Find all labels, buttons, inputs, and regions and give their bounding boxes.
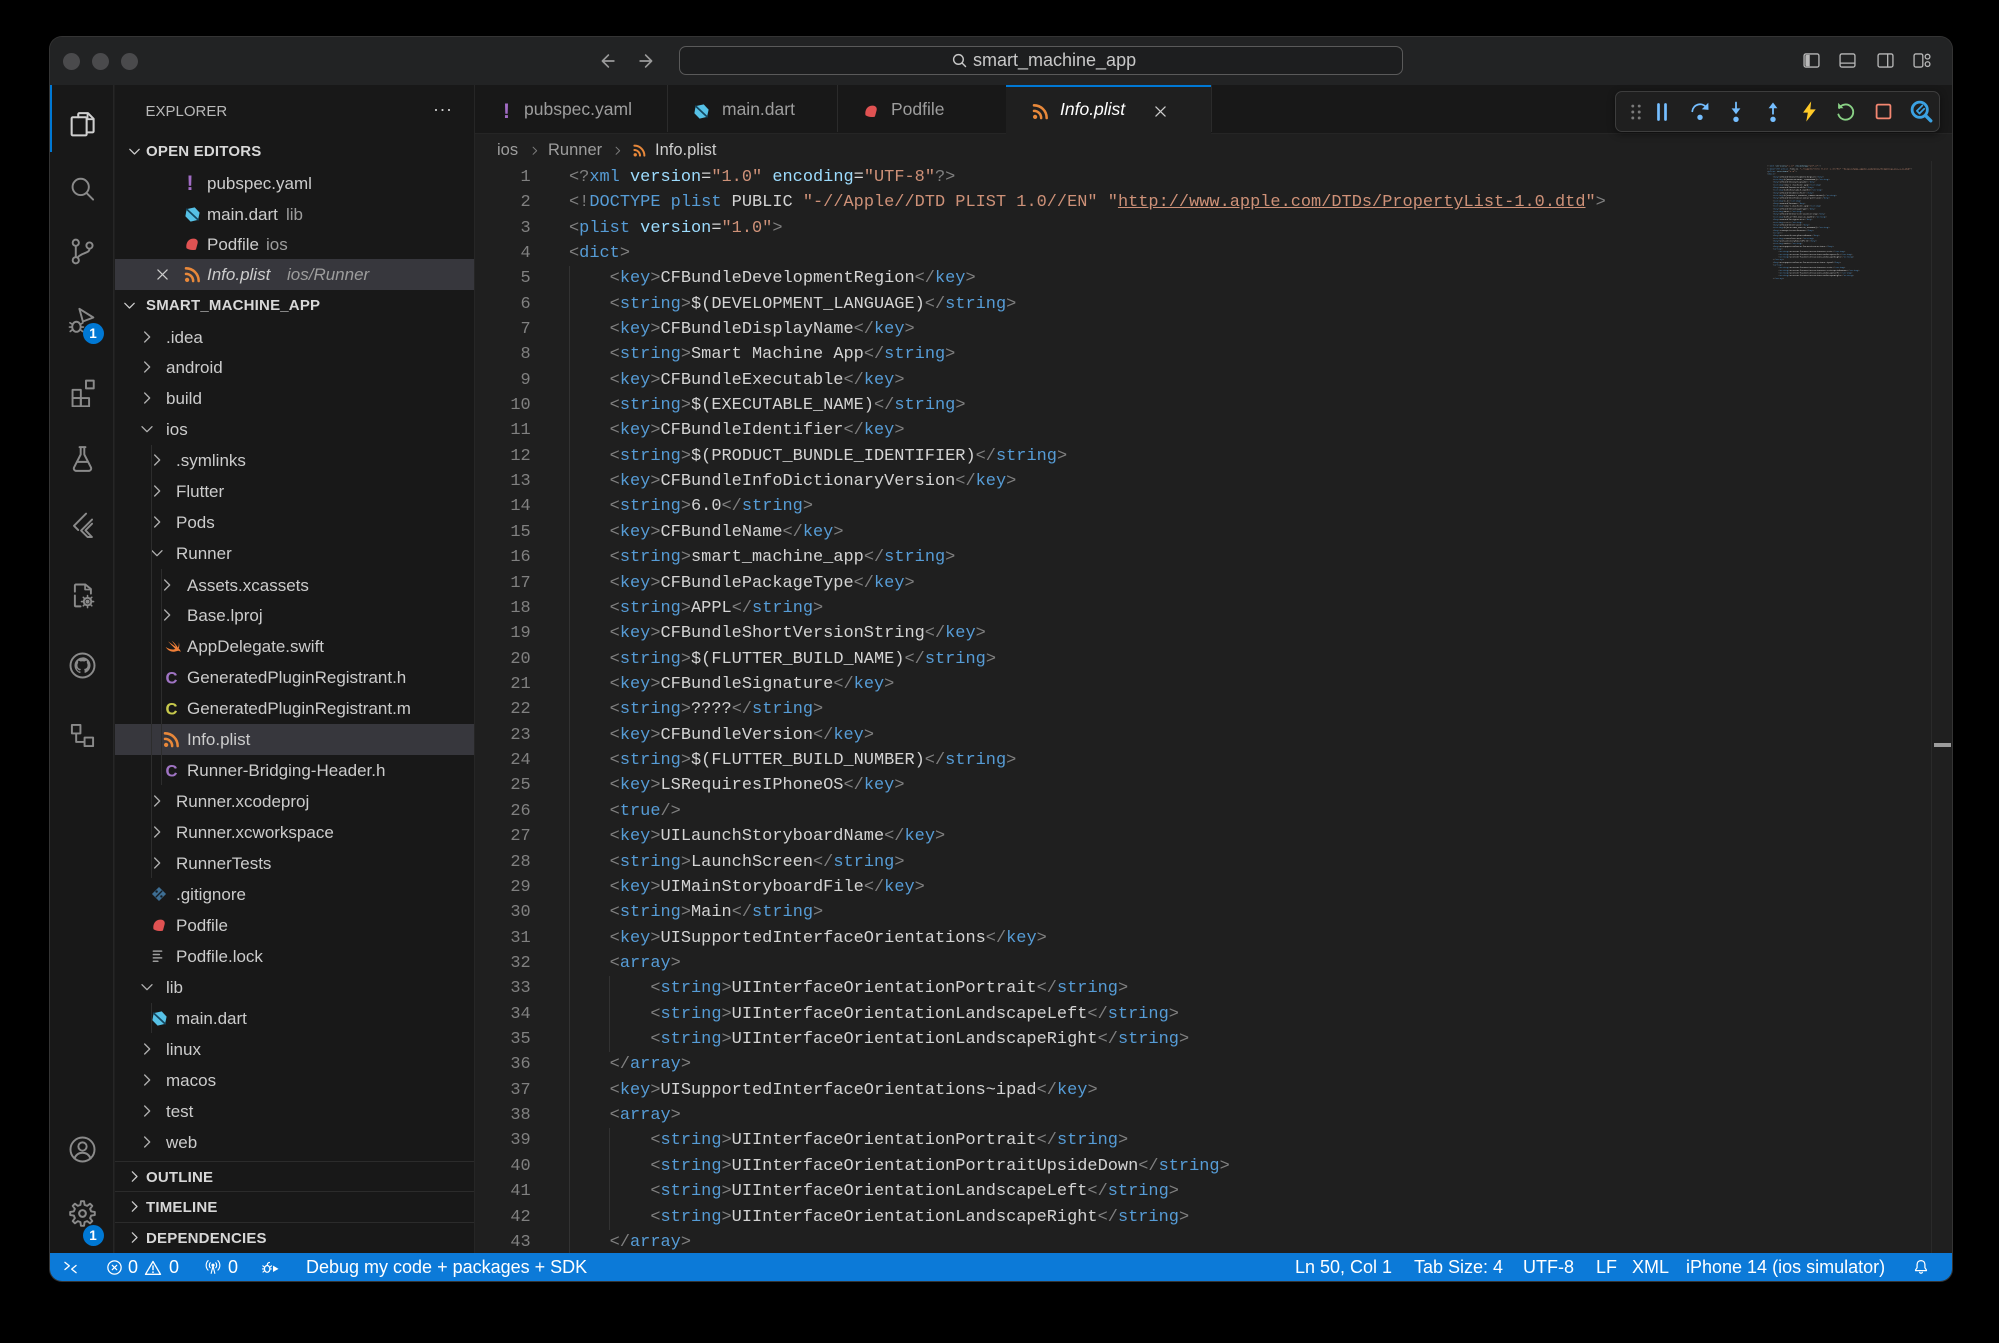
svg-text:C: C — [165, 761, 177, 780]
svg-text:C: C — [165, 699, 177, 718]
svg-text:C: C — [165, 668, 177, 687]
